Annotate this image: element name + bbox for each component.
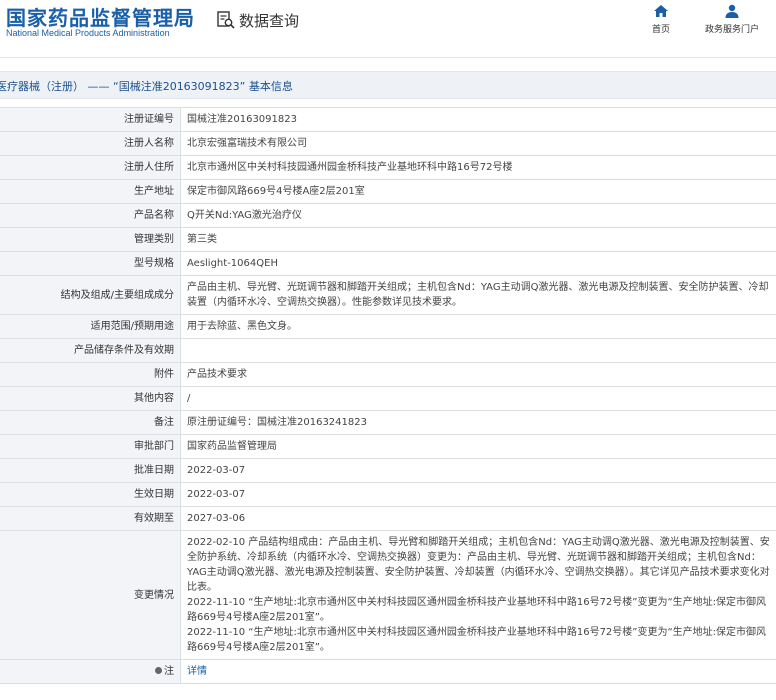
detail-row-label: 产品储存条件及有效期: [0, 338, 181, 363]
detail-row-label: 注: [0, 659, 181, 684]
data-query-link[interactable]: 数据查询: [216, 8, 299, 32]
detail-row: 注册人住所 北京市通州区中关村科技园通州园金桥科技产业基地环科中路16号72号楼: [0, 155, 776, 180]
document-search-icon: [217, 11, 235, 29]
detail-row: 型号规格 Aeslight-1064QEH: [0, 251, 776, 276]
detail-row-value: /: [180, 386, 776, 411]
detail-row-value: 国械注准20163091823: [180, 107, 776, 132]
detail-row-label: 有效期至: [0, 506, 181, 531]
data-query-label: 数据查询: [239, 11, 300, 30]
change-entry: 2022-02-10 产品结构组成由：产品由主机、导光臂和脚踏开关组成；主机包含…: [187, 537, 770, 593]
detail-row-label: 备注: [0, 410, 181, 435]
nav-service-portal[interactable]: 政务服务门户: [702, 4, 762, 35]
site-logo-subtitle: National Medical Products Administration: [6, 28, 170, 38]
detail-row-label: 附件: [0, 362, 181, 387]
detail-row-value: 详情: [180, 659, 776, 684]
detail-row: 备注 原注册证编号：国械注准20163241823: [0, 410, 776, 435]
change-entry: 2022-11-10 “生产地址:北京市通州区中关村科技园区通州园金桥科技产业基…: [187, 627, 767, 653]
detail-row: 其他内容 /: [0, 386, 776, 411]
detail-row-label: 生效日期: [0, 482, 181, 507]
detail-row-value: 2022-03-07: [180, 482, 776, 507]
nav-home-label: 首页: [651, 25, 670, 35]
detail-row-label: 产品名称: [0, 203, 181, 228]
detail-row-label: 注册人住所: [0, 155, 181, 180]
nav-home[interactable]: 首页: [631, 4, 691, 35]
details-link[interactable]: 详情: [187, 666, 207, 677]
detail-row-changes: 变更情况 2022-02-10 产品结构组成由：产品由主机、导光臂和脚踏开关组成…: [0, 530, 776, 660]
change-history: 2022-02-10 产品结构组成由：产品由主机、导光臂和脚踏开关组成；主机包含…: [180, 530, 776, 660]
detail-row-label: 其他内容: [0, 386, 181, 411]
detail-table: 注册证编号 国械注准20163091823 注册人名称 北京宏强富瑞技术有限公司 注册人…: [0, 107, 776, 684]
detail-row: 注册人名称 北京宏强富瑞技术有限公司: [0, 131, 776, 156]
user-icon: [725, 4, 739, 18]
detail-row: 有效期至 2027-03-06: [0, 506, 776, 531]
site-logo-title[interactable]: 国家药品监督管理局: [6, 2, 195, 31]
detail-row-value: 产品技术要求: [180, 362, 776, 387]
detail-row-value: 原注册证编号：国械注准20163241823: [180, 410, 776, 435]
breadcrumb: 医疗器械（注册） —— “国械注准20163091823” 基本信息: [0, 71, 776, 99]
bullet-icon: [155, 667, 162, 674]
detail-row-value: [180, 338, 776, 363]
detail-row: 生产地址 保定市御风路669号4号楼A座2层201室: [0, 179, 776, 204]
detail-row: 产品名称 Q开关Nd:YAG激光治疗仪: [0, 203, 776, 228]
detail-row: 结构及组成/主要组成成分 产品由主机、导光臂、光斑调节器和脚踏开关组成；主机包含N…: [0, 275, 776, 315]
detail-row-value: 2027-03-06: [180, 506, 776, 531]
detail-row: 生效日期 2022-03-07: [0, 482, 776, 507]
detail-row-value: 北京市通州区中关村科技园通州园金桥科技产业基地环科中路16号72号楼: [180, 155, 776, 180]
detail-row-value: Aeslight-1064QEH: [180, 251, 776, 276]
change-entry: 2022-11-10 “生产地址:北京市通州区中关村科技园区通州园金桥科技产业基…: [187, 597, 767, 623]
site-header: 国家药品监督管理局 National Medical Products Admi…: [0, 0, 776, 58]
detail-row-value: 第三类: [180, 227, 776, 252]
detail-row-value: 产品由主机、导光臂、光斑调节器和脚踏开关组成；主机包含Nd：YAG主动调Q激光器…: [180, 275, 776, 315]
detail-row: 注册证编号 国械注准20163091823: [0, 107, 776, 132]
detail-row-label: 型号规格: [0, 251, 181, 276]
note-label: 注: [164, 666, 174, 677]
detail-row-label: 适用范围/预期用途: [0, 314, 181, 339]
detail-row-value: 用于去除蓝、黑色文身。: [180, 314, 776, 339]
detail-row-value: 2022-03-07: [180, 458, 776, 483]
detail-row-value: 国家药品监督管理局: [180, 434, 776, 459]
detail-row-label: 结构及组成/主要组成成分: [0, 275, 181, 315]
detail-row-value: 保定市御风路669号4号楼A座2层201室: [180, 179, 776, 204]
detail-row: 管理类别 第三类: [0, 227, 776, 252]
detail-row-label: 生产地址: [0, 179, 181, 204]
detail-row-label: 审批部门: [0, 434, 181, 459]
nav-service-portal-label: 政务服务门户: [704, 25, 759, 35]
detail-rows: 注册证编号 国械注准20163091823 注册人名称 北京宏强富瑞技术有限公司 注册人…: [0, 107, 776, 531]
detail-row: 批准日期 2022-03-07: [0, 458, 776, 483]
detail-row-label: 管理类别: [0, 227, 181, 252]
detail-row: 审批部门 国家药品监督管理局: [0, 434, 776, 459]
home-icon: [654, 5, 668, 17]
detail-row-value: 北京宏强富瑞技术有限公司: [180, 131, 776, 156]
breadcrumb-text: 医疗器械（注册） —— “国械注准20163091823” 基本信息: [0, 80, 293, 93]
detail-row-label: 注册人名称: [0, 131, 181, 156]
detail-row-label: 变更情况: [0, 530, 181, 660]
detail-row-label: 批准日期: [0, 458, 181, 483]
detail-row-value: Q开关Nd:YAG激光治疗仪: [180, 203, 776, 228]
detail-row: 附件 产品技术要求: [0, 362, 776, 387]
detail-row-note: 注 详情: [0, 659, 776, 684]
detail-row: 产品储存条件及有效期: [0, 338, 776, 363]
detail-row-label: 注册证编号: [0, 107, 181, 132]
detail-row: 适用范围/预期用途 用于去除蓝、黑色文身。: [0, 314, 776, 339]
